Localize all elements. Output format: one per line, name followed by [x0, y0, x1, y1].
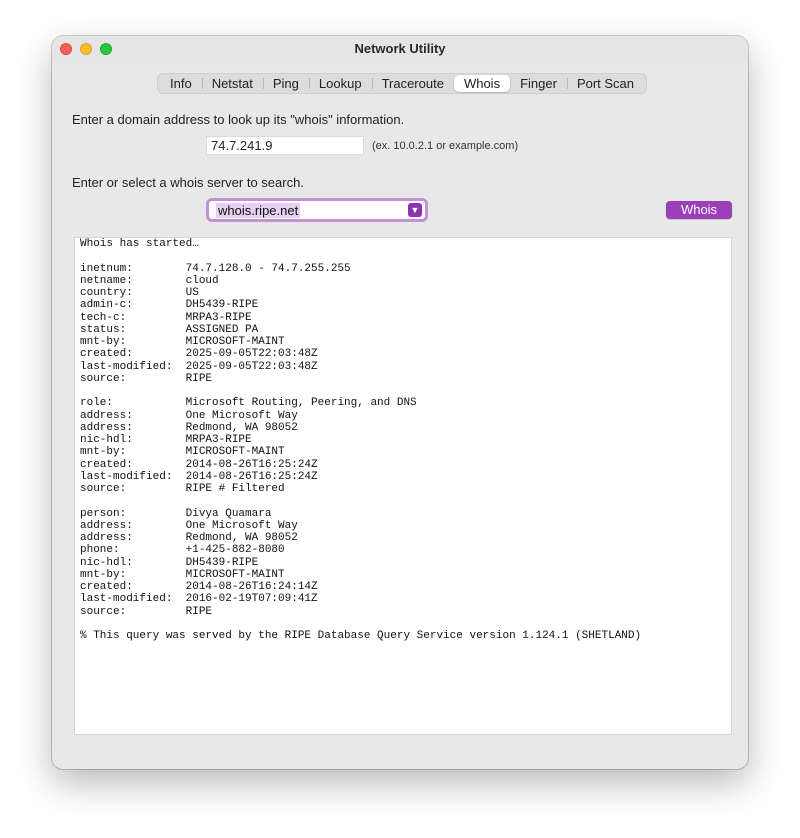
output-line: role: Microsoft Routing, Peering, and DN… — [80, 397, 417, 410]
network-utility-window: Network Utility Info Netstat Ping Lookup… — [52, 36, 748, 769]
output-line: Whois has started… — [80, 238, 199, 250]
output-line: created: 2014-08-26T16:24:14Z — [80, 581, 318, 593]
tab-finger[interactable]: Finger — [510, 75, 567, 92]
output-line: address: Redmond, WA 98052 — [80, 532, 298, 544]
tab-info[interactable]: Info — [160, 75, 202, 92]
tab-whois[interactable]: Whois — [453, 75, 511, 92]
output-line: person: Divya Quamara — [80, 507, 272, 520]
output-line: inetnum: 74.7.128.0 - 74.7.255.255 — [80, 262, 351, 275]
tab-traceroute[interactable]: Traceroute — [371, 75, 454, 92]
output-line: source: RIPE — [80, 372, 213, 385]
output-line: source: RIPE # Filtered — [80, 483, 285, 495]
output-line: address: One Microsoft Way — [80, 409, 298, 422]
tab-bar: Info Netstat Ping Lookup Traceroute Whoi… — [157, 73, 648, 94]
output-line: last-modified: 2014-08-26T16:25:24Z — [80, 470, 318, 483]
output-line: netname: cloud — [80, 274, 219, 287]
output-line: phone: +1-425-882-8080 — [80, 544, 285, 557]
chevron-down-icon[interactable]: ▼ — [408, 203, 422, 217]
output-line: mnt-by: MICROSOFT-MAINT — [80, 568, 285, 581]
output-line: country: US — [80, 287, 199, 299]
tab-ping[interactable]: Ping — [262, 75, 309, 92]
output-line: created: 2014-08-26T16:25:24Z — [80, 458, 318, 471]
output-line: status: ASSIGNED PA — [80, 323, 259, 336]
output-line: address: Redmond, WA 98052 — [80, 421, 298, 434]
domain-address-input[interactable] — [206, 136, 364, 155]
output-line: mnt-by: MICROSOFT-MAINT — [80, 446, 285, 459]
output-line: address: One Microsoft Way — [80, 519, 298, 532]
output-line: nic-hdl: MRPA3-RIPE — [80, 434, 252, 446]
title-bar[interactable]: Network Utility — [52, 36, 748, 63]
output-line: created: 2025-09-05T22:03:48Z — [80, 348, 318, 361]
output-line: nic-hdl: DH5439-RIPE — [80, 556, 259, 569]
whois-output-text-view[interactable]: Whois has started… inetnum: 74.7.128.0 - … — [74, 237, 732, 735]
whois-server-combobox[interactable]: whois.ripe.net ▼ — [206, 198, 428, 222]
output-line: mnt-by: MICROSOFT-MAINT — [80, 336, 285, 348]
output-line: admin-c: DH5439-RIPE — [80, 299, 259, 312]
whois-server-value[interactable]: whois.ripe.net — [216, 203, 301, 218]
server-prompt-label: Enter or select a whois server to search… — [72, 175, 304, 190]
output-line: % This query was served by the RIPE Data… — [80, 630, 642, 642]
tab-port-scan[interactable]: Port Scan — [566, 75, 644, 92]
output-line: last-modified: 2016-02-19T07:09:41Z — [80, 593, 318, 606]
output-line: tech-c: MRPA3-RIPE — [80, 311, 252, 324]
tab-lookup[interactable]: Lookup — [308, 75, 372, 92]
output-line: source: RIPE — [80, 605, 213, 618]
whois-button[interactable]: Whois — [666, 201, 732, 219]
address-hint-label: (ex. 10.0.2.1 or example.com) — [372, 140, 519, 152]
tab-netstat[interactable]: Netstat — [201, 75, 263, 92]
output-line: last-modified: 2025-09-05T22:03:48Z — [80, 360, 318, 373]
window-title: Network Utility — [354, 41, 446, 56]
address-prompt-label: Enter a domain address to look up its "w… — [72, 112, 405, 127]
